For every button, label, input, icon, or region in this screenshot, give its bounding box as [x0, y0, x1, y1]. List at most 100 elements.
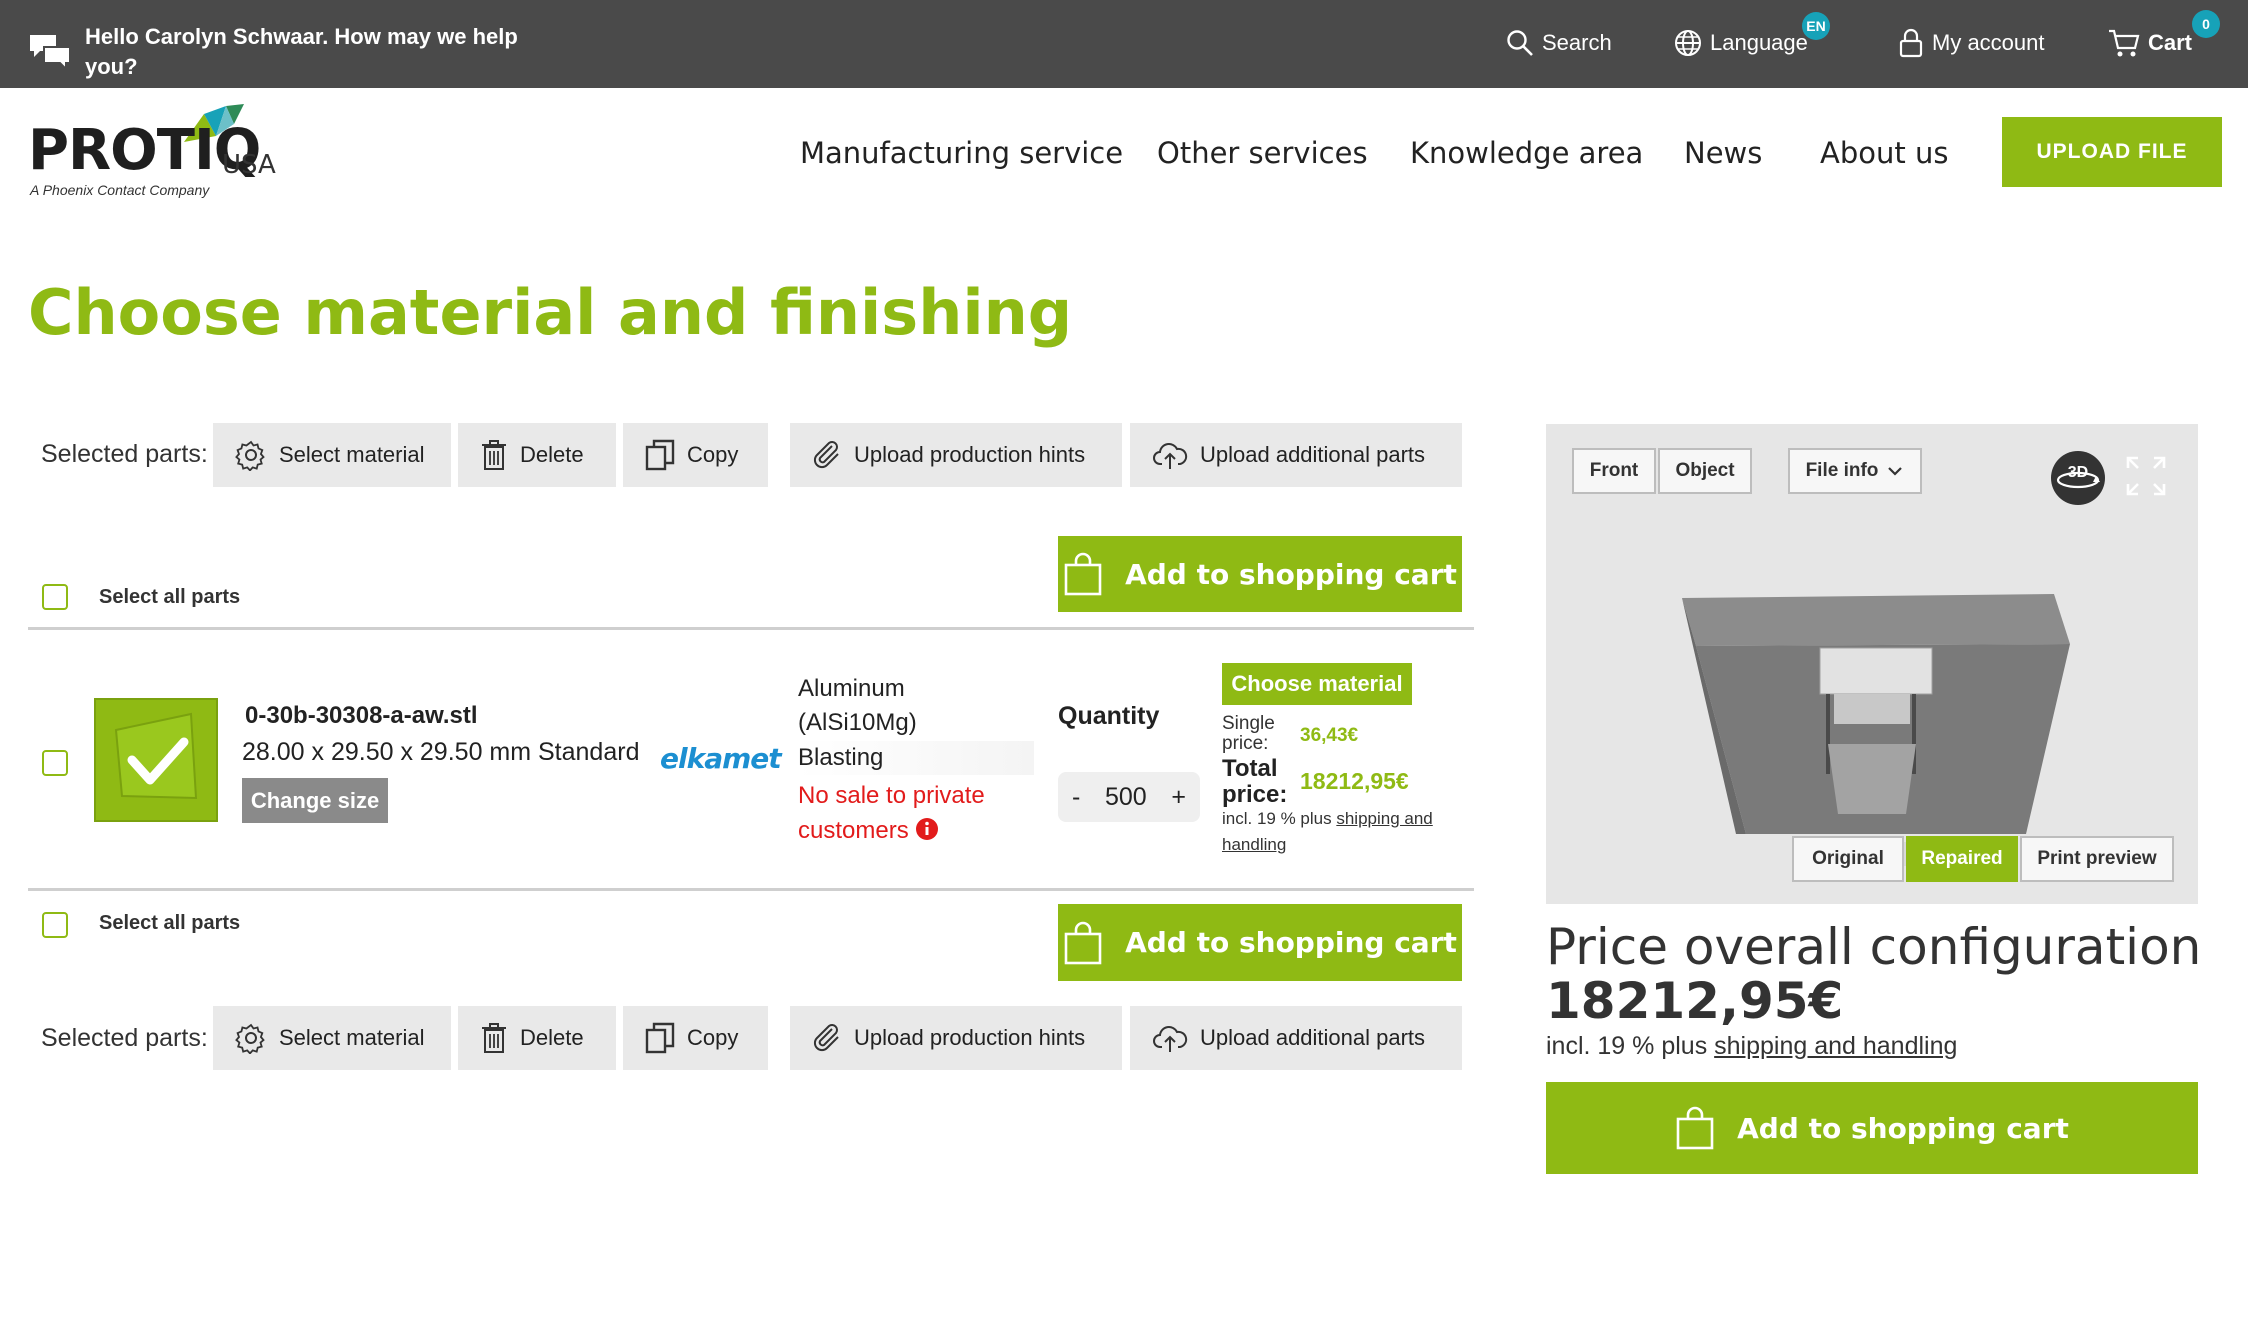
checkmark-icon [114, 712, 198, 800]
upload-production-hints-button[interactable]: Upload production hints [790, 423, 1122, 487]
no-sale-notice: No sale to private customers [798, 778, 1028, 848]
upload-additional-parts-button[interactable]: Upload additional parts [1130, 423, 1462, 487]
nav-knowledge-area[interactable]: Knowledge area [1410, 136, 1643, 170]
overall-shipping-handling-link[interactable]: shipping and handling [1714, 1032, 1957, 1060]
select-all-checkbox[interactable] [42, 584, 68, 610]
finishing-name: Blasting [798, 741, 1034, 775]
divider [28, 888, 1474, 891]
delete-label: Delete [520, 1025, 584, 1050]
shopping-bag-icon [1676, 1106, 1714, 1150]
select-all-checkbox-bottom[interactable] [42, 912, 68, 938]
change-size-button[interactable]: Change size [242, 778, 388, 823]
price-note: incl. 19 % plus shipping and handling [1222, 806, 1462, 858]
add-to-cart-button-top[interactable]: Add to shopping cart [1058, 536, 1462, 612]
select-all-label: Select all parts [99, 586, 241, 608]
lock-icon [1899, 28, 1923, 58]
delete-button-bottom[interactable]: Delete [458, 1006, 616, 1070]
upload-production-hints-button-bottom[interactable]: Upload production hints [790, 1006, 1122, 1070]
search-link[interactable]: Search [1506, 26, 1612, 60]
overall-price-value: 18212,95€ [1546, 972, 1844, 1030]
language-label: Language [1710, 30, 1808, 55]
total-price-label: Total price: [1222, 755, 1288, 808]
paperclip-icon [813, 1024, 839, 1052]
single-price-label: Single price: [1222, 713, 1275, 754]
gear-icon [235, 440, 265, 471]
select-material-button[interactable]: Select material [213, 423, 451, 487]
cart-label: Cart [2148, 30, 2193, 55]
supplier-logo: elkamet [660, 742, 782, 775]
repaired-view-button[interactable]: Repaired [1906, 836, 2018, 882]
quantity-value[interactable]: 500 [1105, 783, 1147, 812]
search-icon [1507, 30, 1533, 56]
material-name: Aluminum [798, 675, 905, 702]
copy-button-bottom[interactable]: Copy [623, 1006, 768, 1070]
nav-manufacturing-service[interactable]: Manufacturing service [800, 136, 1123, 170]
part-thumbnail[interactable] [94, 698, 218, 822]
fullscreen-icon[interactable] [2126, 456, 2166, 496]
cloud-upload-icon [1153, 443, 1188, 469]
total-price-value: 18212,95€ [1300, 768, 1409, 794]
upload-hints-label: Upload production hints [854, 1025, 1086, 1050]
delete-label: Delete [520, 442, 584, 467]
chat-icon[interactable] [28, 33, 72, 71]
part-checkbox[interactable] [42, 750, 68, 776]
cart-link[interactable]: Cart [2108, 26, 2192, 60]
shopping-bag-icon [1064, 921, 1102, 964]
material-alloy: (AlSi10Mg) [798, 709, 917, 736]
add-to-cart-button-bottom[interactable]: Add to shopping cart [1058, 904, 1462, 981]
greeting-text[interactable]: Hello Carolyn Schwaar. How may we help y… [85, 22, 545, 82]
info-icon[interactable] [915, 817, 939, 841]
overall-add-to-cart-button[interactable]: Add to shopping cart [1546, 1082, 2198, 1174]
front-view-button[interactable]: Front [1572, 448, 1656, 494]
upload-parts-label: Upload additional parts [1200, 1025, 1426, 1050]
gear-icon [235, 1023, 265, 1054]
upload-parts-label: Upload additional parts [1200, 442, 1426, 467]
logo-tagline: A Phoenix Contact Company [30, 182, 210, 198]
nav-other-services[interactable]: Other services [1157, 136, 1368, 170]
overall-price-note-text: incl. 19 % plus [1546, 1032, 1715, 1060]
paperclip-icon [813, 441, 839, 469]
select-material-button-bottom[interactable]: Select material [213, 1006, 451, 1070]
copy-button[interactable]: Copy [623, 423, 768, 487]
add-to-cart-label: Add to shopping cart [1125, 926, 1457, 959]
3d-rotate-icon[interactable]: 3D [2050, 450, 2106, 506]
select-material-label: Select material [279, 442, 425, 467]
quantity-decrement-button[interactable]: - [1072, 783, 1080, 812]
page-title: Choose material and finishing [28, 276, 1073, 349]
part-filename: 0-30b-30308-a-aw.stl [245, 702, 478, 729]
single-price-value: 36,43€ [1300, 725, 1359, 746]
model-viewer[interactable]: Front Object File info 3D Original Repai [1546, 424, 2198, 904]
object-view-button[interactable]: Object [1658, 448, 1752, 494]
print-preview-button[interactable]: Print preview [2020, 836, 2174, 882]
divider [28, 627, 1474, 630]
nav-about-us[interactable]: About us [1820, 136, 1948, 170]
choose-material-button[interactable]: Choose material [1222, 663, 1412, 705]
top-bar: Hello Carolyn Schwaar. How may we help y… [0, 0, 2248, 88]
delete-button[interactable]: Delete [458, 423, 616, 487]
selected-parts-label-bottom: Selected parts: [41, 1024, 208, 1052]
my-account-label: My account [1932, 30, 2045, 55]
quantity-stepper[interactable]: - 500 + [1058, 772, 1200, 822]
chevron-down-icon [1888, 467, 1903, 476]
upload-hints-label: Upload production hints [854, 442, 1086, 467]
original-view-button[interactable]: Original [1792, 836, 1904, 882]
file-info-dropdown[interactable]: File info [1788, 448, 1922, 494]
cart-count-badge: 0 [2192, 10, 2220, 38]
trash-icon [482, 440, 506, 470]
quantity-label: Quantity [1058, 702, 1160, 730]
my-account-link[interactable]: My account [1898, 26, 2045, 60]
shopping-bag-icon [1064, 552, 1102, 596]
language-badge: EN [1802, 12, 1830, 40]
upload-file-button[interactable]: UPLOAD FILE [2002, 117, 2222, 187]
logo-suffix: USA [222, 150, 276, 180]
overall-price-note: incl. 19 % plus shipping and handling [1546, 1032, 1957, 1061]
part-dimensions: 28.00 x 29.50 x 29.50 mm Standard [242, 738, 640, 766]
trash-icon [482, 1023, 506, 1053]
language-link[interactable]: Language [1674, 26, 1808, 60]
copy-label: Copy [687, 1025, 739, 1050]
upload-additional-parts-button-bottom[interactable]: Upload additional parts [1130, 1006, 1462, 1070]
select-all-label-bottom: Select all parts [99, 912, 241, 934]
nav-news[interactable]: News [1684, 136, 1762, 170]
3d-badge-label: 3D [2067, 464, 2089, 481]
quantity-increment-button[interactable]: + [1171, 783, 1186, 812]
